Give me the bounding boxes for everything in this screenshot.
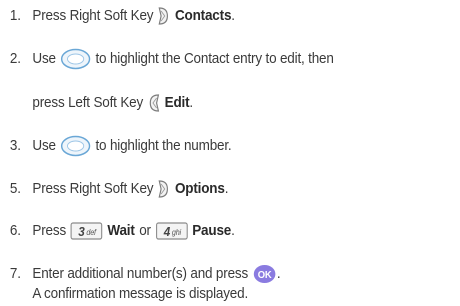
menu-label: Contacts — [174, 7, 232, 24]
step-text: Press Right Soft Key — [32, 180, 154, 197]
step-text: A confirmation message is displayed. — [32, 285, 249, 302]
step-number: 3. — [9, 137, 21, 154]
svg-text:def: def — [87, 228, 97, 237]
svg-text:4: 4 — [162, 224, 170, 239]
step-number: 1. — [9, 7, 21, 24]
menu-label: Wait — [107, 222, 135, 239]
step-text: Press Right Soft Key — [32, 7, 154, 24]
svg-text:ghi: ghi — [172, 228, 182, 237]
step-text: Use — [32, 137, 56, 154]
step-number: 5. — [9, 180, 21, 197]
navigation-key-icon — [60, 48, 91, 70]
left-soft-key-icon — [148, 93, 161, 113]
step-number: 6. — [9, 222, 21, 239]
step-text: to highlight the Contact entry to edit, … — [95, 50, 334, 67]
punctuation: . — [231, 222, 235, 239]
punctuation: . — [189, 94, 193, 111]
key-3-icon: 3 def — [70, 221, 103, 241]
svg-text:3: 3 — [79, 224, 86, 239]
step-number: 7. — [9, 265, 21, 282]
key-4-icon: 4 ghi — [155, 221, 188, 241]
step-text: to highlight the number. — [95, 137, 232, 154]
punctuation: . — [231, 7, 235, 24]
menu-label: Edit — [164, 94, 190, 111]
menu-label: Options — [174, 180, 225, 197]
ok-key-icon: OK — [253, 264, 276, 284]
right-soft-key-icon — [158, 6, 171, 26]
navigation-key-icon — [60, 135, 91, 157]
step-text: Use — [32, 50, 56, 67]
step-text: or — [139, 222, 151, 239]
right-soft-key-icon — [158, 179, 171, 199]
svg-text:OK: OK — [257, 270, 272, 282]
step-number: 2. — [9, 50, 21, 67]
punctuation: . — [224, 180, 229, 197]
punctuation: . — [276, 265, 281, 282]
step-text: Press — [32, 222, 67, 239]
instruction-list: 1. Press Right Soft Key Contacts. 2. Use — [0, 0, 460, 305]
menu-label: Pause — [192, 222, 232, 239]
step-text: press Left Soft Key — [32, 94, 144, 111]
